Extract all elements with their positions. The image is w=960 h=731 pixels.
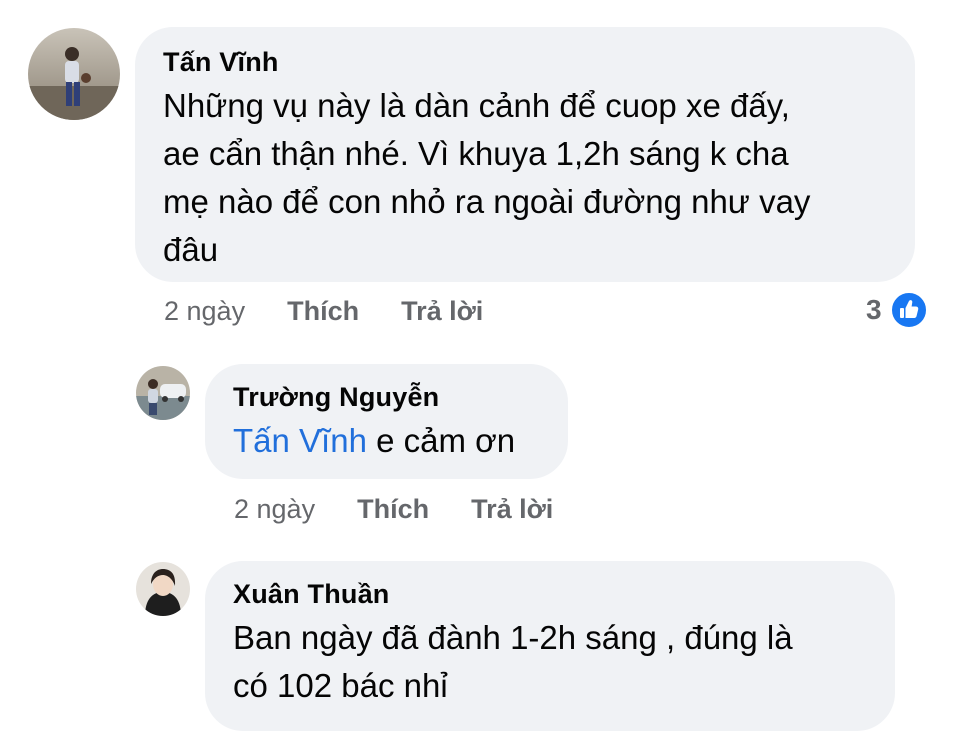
- avatar-tan-vinh[interactable]: [28, 28, 120, 120]
- comment-text: Những vụ này là dàn cảnh để cuop xe đấy,…: [163, 82, 887, 274]
- reply-button[interactable]: Trả lời: [401, 296, 483, 327]
- like-button[interactable]: Thích: [357, 494, 429, 525]
- comment-actions: 2 ngày Thích Trả lời: [164, 296, 483, 327]
- profile-photo-icon: [28, 28, 120, 120]
- reply-bubble: Trường Nguyễn Tấn Vĩnh e cảm ơn: [205, 364, 568, 479]
- like-button[interactable]: Thích: [287, 296, 359, 327]
- comment-author[interactable]: Tấn Vĩnh: [163, 47, 887, 78]
- avatar-xuan-thuan[interactable]: [136, 562, 190, 616]
- comment-text-line: Những vụ này là dàn cảnh để cuop xe đấy,: [163, 87, 790, 124]
- comment-bubble: Tấn Vĩnh Những vụ này là dàn cảnh để cuo…: [135, 27, 915, 282]
- reply-button[interactable]: Trả lời: [471, 494, 553, 525]
- comment-time[interactable]: 2 ngày: [164, 296, 245, 327]
- reaction-summary[interactable]: 3: [866, 291, 928, 329]
- comment-author[interactable]: Trường Nguyễn: [233, 382, 540, 413]
- comment-time[interactable]: 2 ngày: [234, 494, 315, 525]
- reaction-count: 3: [866, 294, 882, 325]
- comment-author[interactable]: Xuân Thuần: [233, 579, 867, 610]
- comment-text: Tấn Vĩnh e cảm ơn: [233, 417, 540, 465]
- mention-link[interactable]: Tấn Vĩnh: [233, 422, 367, 459]
- avatar-truong-nguyen[interactable]: [136, 366, 190, 420]
- reply-bubble: Xuân Thuần Ban ngày đã đành 1-2h sáng , …: [205, 561, 895, 731]
- comment-text: Ban ngày đã đành 1-2h sáng , đúng là có …: [233, 614, 867, 710]
- comment-text-line: có 102 bác nhỉ: [233, 667, 448, 704]
- comment-text-rest: e cảm ơn: [366, 422, 516, 459]
- profile-photo-icon: [136, 366, 190, 420]
- comment-text-line: ae cẩn thận nhé. Vì khuya 1,2h sáng k ch…: [163, 135, 789, 172]
- comment-text-line: đâu: [163, 231, 219, 268]
- profile-photo-icon: [136, 562, 190, 616]
- comment-text-line: Ban ngày đã đành 1-2h sáng , đúng là: [233, 619, 793, 656]
- comment-text-line: mẹ nào để con nhỏ ra ngoài đường như vay: [163, 183, 811, 220]
- like-icon: [889, 291, 928, 329]
- comment-actions: 2 ngày Thích Trả lời: [234, 494, 553, 525]
